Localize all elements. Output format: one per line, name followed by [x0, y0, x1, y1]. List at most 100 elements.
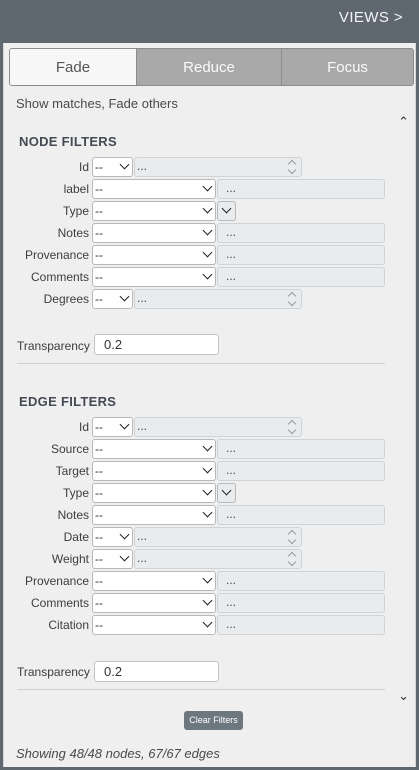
- select-value: --: [95, 420, 103, 434]
- chevron-down-icon: [202, 573, 213, 584]
- filter-operator-select[interactable]: --: [92, 289, 133, 309]
- filter-row: label --...: [4, 179, 414, 199]
- chevron-down-icon: [221, 485, 232, 496]
- select-value: --: [95, 442, 103, 456]
- filter-operator-select[interactable]: --: [92, 267, 216, 287]
- select-value: --: [95, 270, 103, 284]
- chevron-down-icon: [119, 529, 130, 540]
- filter-label: Type: [62, 486, 89, 500]
- tab-focus[interactable]: Focus: [282, 49, 413, 85]
- filter-app: VIEWS > Fade Reduce Focus Show matches, …: [0, 0, 419, 770]
- filter-row: Degrees --...: [4, 289, 414, 309]
- spinner-icon[interactable]: [288, 292, 297, 306]
- filter-label: Target: [55, 464, 89, 478]
- chevron-down-icon: [202, 225, 213, 236]
- chevron-down-icon: [202, 181, 213, 192]
- filter-value: ...: [137, 419, 148, 433]
- filter-operator-select[interactable]: --: [92, 157, 133, 177]
- filter-label: Date: [63, 530, 89, 544]
- filter-operator-select[interactable]: --: [92, 179, 216, 199]
- filter-operator-select[interactable]: --: [92, 461, 216, 481]
- filter-text-input[interactable]: ...: [217, 615, 385, 635]
- filter-operator-select[interactable]: --: [92, 593, 216, 613]
- type-dropdown-button[interactable]: [217, 483, 236, 503]
- select-value: --: [95, 292, 103, 306]
- select-value: --: [95, 618, 103, 632]
- filter-operator-select[interactable]: --: [92, 417, 133, 437]
- select-value: --: [95, 248, 103, 262]
- node-transparency-label: Transparency: [17, 339, 90, 353]
- filter-row: Target --...: [4, 461, 414, 481]
- edge-transparency-input[interactable]: 0.2: [94, 661, 219, 682]
- select-value: --: [95, 204, 103, 218]
- filter-operator-select[interactable]: --: [92, 527, 133, 547]
- filter-text-input[interactable]: ...: [217, 505, 385, 525]
- select-value: --: [95, 530, 103, 544]
- filter-row: Type --: [4, 483, 414, 503]
- filter-value: ...: [226, 507, 237, 521]
- filter-label: Source: [50, 442, 89, 456]
- filter-operator-select[interactable]: --: [92, 615, 216, 635]
- chevron-down-icon: [119, 551, 130, 562]
- filter-number-input[interactable]: ...: [134, 549, 302, 569]
- filter-number-input[interactable]: ...: [134, 157, 302, 177]
- chevron-down-icon: [202, 595, 213, 606]
- filter-label: Citation: [48, 618, 89, 632]
- type-dropdown-button[interactable]: [217, 201, 236, 221]
- filter-text-input[interactable]: ...: [217, 267, 385, 287]
- select-value: --: [95, 226, 103, 240]
- filter-operator-select[interactable]: --: [92, 201, 216, 221]
- divider: [17, 363, 385, 364]
- filter-value: ...: [137, 529, 148, 543]
- filter-text-input[interactable]: ...: [217, 461, 385, 481]
- chevron-down-icon: [202, 617, 213, 628]
- filter-row: Citation --...: [4, 615, 414, 635]
- chevron-up-icon[interactable]: ⌃: [398, 114, 409, 130]
- filter-operator-select[interactable]: --: [92, 223, 216, 243]
- filter-label: Degrees: [43, 292, 89, 306]
- filter-operator-select[interactable]: --: [92, 483, 216, 503]
- filter-text-input[interactable]: ...: [217, 223, 385, 243]
- select-value: --: [95, 508, 103, 522]
- chevron-down-icon: [202, 441, 213, 452]
- filter-operator-select[interactable]: --: [92, 439, 216, 459]
- views-button[interactable]: VIEWS >: [339, 9, 403, 26]
- filter-label: Notes: [57, 226, 89, 240]
- select-value: --: [95, 596, 103, 610]
- filter-operator-select[interactable]: --: [92, 549, 133, 569]
- filter-text-input[interactable]: ...: [217, 593, 385, 613]
- spinner-icon[interactable]: [288, 160, 297, 174]
- filter-number-input[interactable]: ...: [134, 417, 302, 437]
- node-transparency-input[interactable]: 0.2: [94, 334, 219, 355]
- tab-reduce[interactable]: Reduce: [137, 49, 282, 85]
- filter-row: Type --: [4, 201, 414, 221]
- filter-text-input[interactable]: ...: [217, 179, 385, 199]
- filter-operator-select[interactable]: --: [92, 245, 216, 265]
- filter-label: label: [63, 182, 89, 196]
- filter-row: Provenance --...: [4, 571, 414, 591]
- mode-tabs: Fade Reduce Focus: [9, 48, 414, 86]
- filter-operator-select[interactable]: --: [92, 505, 216, 525]
- filter-label: Weight: [51, 552, 89, 566]
- filter-value: ...: [137, 159, 148, 173]
- chevron-down-icon: [202, 247, 213, 258]
- filter-text-input[interactable]: ...: [217, 571, 385, 591]
- filter-text-input[interactable]: ...: [217, 245, 385, 265]
- filter-value: ...: [137, 291, 148, 305]
- edge-transparency-label: Transparency: [17, 665, 90, 679]
- filter-number-input[interactable]: ...: [134, 527, 302, 547]
- filter-number-input[interactable]: ...: [134, 289, 302, 309]
- chevron-down-icon[interactable]: ⌄: [398, 688, 409, 704]
- filter-operator-select[interactable]: --: [92, 571, 216, 591]
- chevron-down-icon: [202, 463, 213, 474]
- tab-fade[interactable]: Fade: [10, 49, 137, 85]
- filter-label: Provenance: [24, 248, 89, 262]
- select-value: --: [95, 486, 103, 500]
- filter-panel: Fade Reduce Focus Show matches, Fade oth…: [3, 43, 416, 767]
- spinner-icon[interactable]: [288, 420, 297, 434]
- spinner-icon[interactable]: [288, 552, 297, 566]
- filter-value: ...: [226, 269, 237, 283]
- spinner-icon[interactable]: [288, 530, 297, 544]
- clear-filters-button[interactable]: Clear Filters: [184, 711, 243, 730]
- filter-text-input[interactable]: ...: [217, 439, 385, 459]
